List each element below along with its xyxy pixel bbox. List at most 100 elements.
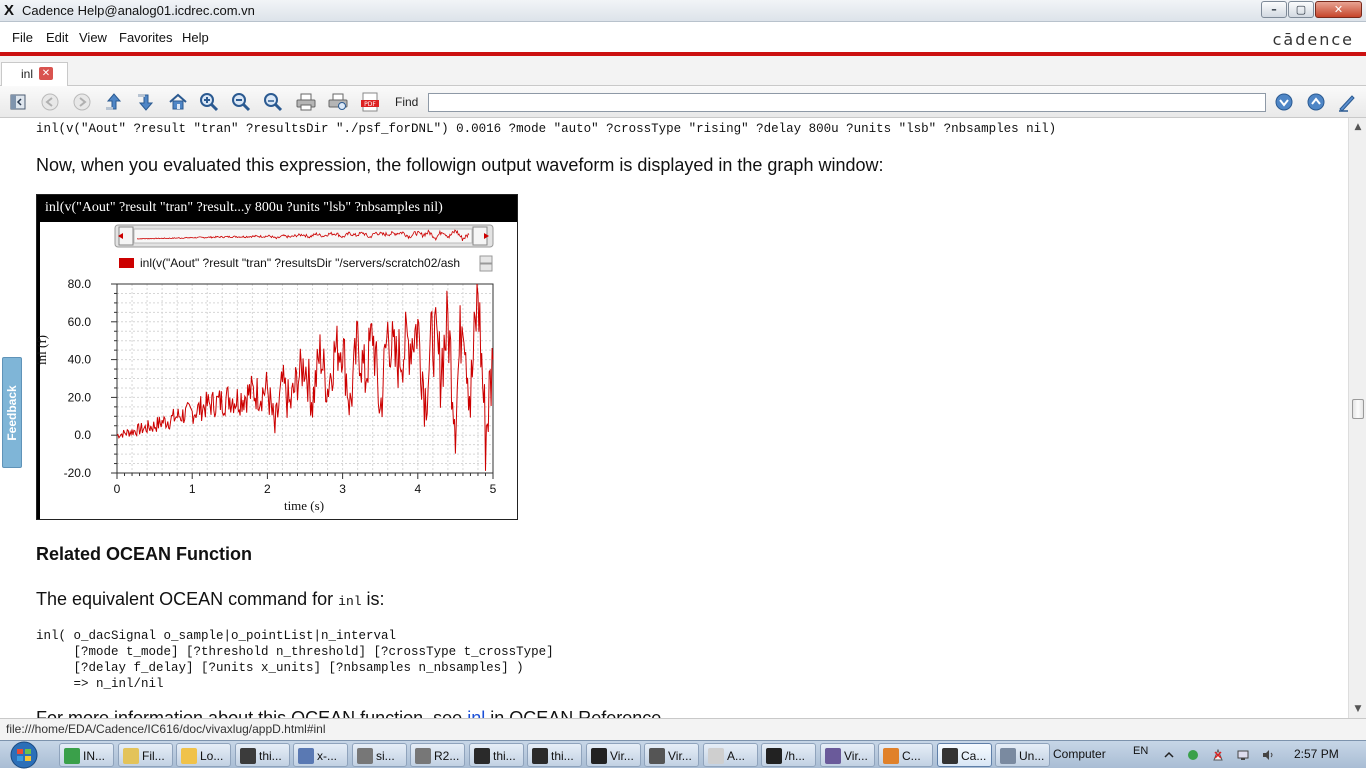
task-label: x-... bbox=[317, 749, 337, 763]
legend-scroll-down[interactable] bbox=[479, 263, 493, 272]
forward-icon[interactable] bbox=[71, 92, 93, 112]
title-bar: X Cadence Help@analog01.icdrec.com.vn – … bbox=[0, 0, 1366, 22]
tray-expand-icon[interactable] bbox=[1163, 749, 1175, 761]
cadence-help-window: X Cadence Help@analog01.icdrec.com.vn – … bbox=[0, 0, 1366, 740]
maximize-button[interactable]: ▢ bbox=[1288, 1, 1314, 18]
taskbar-task-9[interactable]: Vir... bbox=[586, 743, 641, 767]
taskbar-task-3[interactable]: thi... bbox=[235, 743, 290, 767]
x-tick-label: 5 bbox=[490, 482, 497, 496]
taskbar-task-8[interactable]: thi... bbox=[527, 743, 582, 767]
toolbar: PDF Find bbox=[0, 86, 1366, 118]
tray-computer-label[interactable]: Computer bbox=[1053, 747, 1106, 761]
taskbar-task-13[interactable]: Vir... bbox=[820, 743, 875, 767]
chart-legend: inl(v("Aout" ?result "tran" ?resultsDir … bbox=[119, 255, 493, 272]
task-app-icon bbox=[240, 748, 256, 764]
up-icon[interactable] bbox=[103, 92, 125, 112]
menu-help[interactable]: Help bbox=[182, 30, 209, 45]
task-app-icon bbox=[298, 748, 314, 764]
scroll-down-arrow-icon[interactable]: ▼ bbox=[1351, 702, 1365, 716]
legend-label: inl(v("Aout" ?result "tran" ?resultsDir … bbox=[140, 256, 460, 270]
inl-reference-link[interactable]: inl bbox=[467, 708, 485, 718]
task-app-icon bbox=[825, 748, 841, 764]
start-button[interactable] bbox=[4, 741, 44, 769]
x-tick-label: 2 bbox=[264, 482, 271, 496]
sidebar-toggle-icon[interactable] bbox=[7, 92, 29, 112]
scroll-thumb[interactable] bbox=[1352, 399, 1364, 419]
y-tick-label: 40.0 bbox=[68, 353, 92, 367]
taskbar-task-16[interactable]: Un... bbox=[995, 743, 1050, 767]
x-tick-label: 4 bbox=[414, 482, 421, 496]
y-tick-label: 0.0 bbox=[74, 428, 91, 442]
taskbar-task-1[interactable]: Fil... bbox=[118, 743, 173, 767]
highlight-icon[interactable] bbox=[1336, 92, 1358, 112]
chart-zoom-bar[interactable] bbox=[114, 224, 494, 248]
chart-svg: inl(v("Aout" ?result "tran" ?resultsDir … bbox=[37, 224, 497, 513]
status-bar: file:///home/EDA/Cadence/IC616/doc/vivax… bbox=[0, 718, 1366, 740]
minimize-button[interactable]: – bbox=[1261, 1, 1287, 18]
status-url: file:///home/EDA/Cadence/IC616/doc/vivax… bbox=[6, 722, 326, 736]
task-app-icon bbox=[181, 748, 197, 764]
taskbar-task-6[interactable]: R2... bbox=[410, 743, 465, 767]
x-tick-label: 0 bbox=[114, 482, 121, 496]
taskbar-task-7[interactable]: thi... bbox=[469, 743, 524, 767]
taskbar-task-4[interactable]: x-... bbox=[293, 743, 348, 767]
task-label: thi... bbox=[493, 749, 516, 763]
task-app-icon bbox=[532, 748, 548, 764]
taskbar-task-12[interactable]: /h... bbox=[761, 743, 816, 767]
pdf-icon[interactable]: PDF bbox=[359, 92, 381, 112]
menu-file[interactable]: File bbox=[12, 30, 33, 45]
print-icon[interactable] bbox=[295, 92, 317, 112]
find-input[interactable] bbox=[428, 93, 1266, 112]
down-icon[interactable] bbox=[135, 92, 157, 112]
taskbar-task-14[interactable]: C... bbox=[878, 743, 933, 767]
graph-title: inl(v("Aout" ?result "tran" ?result...y … bbox=[37, 195, 517, 222]
back-icon[interactable] bbox=[39, 92, 61, 112]
taskbar-task-0[interactable]: IN... bbox=[59, 743, 114, 767]
find-prev-icon[interactable] bbox=[1305, 92, 1327, 112]
taskbar-task-5[interactable]: si... bbox=[352, 743, 407, 767]
tab-inl[interactable]: inl ✕ bbox=[1, 62, 68, 86]
vertical-scrollbar[interactable]: ▲ ▼ bbox=[1348, 118, 1366, 718]
home-icon[interactable] bbox=[167, 92, 189, 112]
task-app-icon bbox=[883, 748, 899, 764]
zoom-in-icon[interactable] bbox=[198, 92, 220, 112]
zoom-reset-icon[interactable] bbox=[262, 92, 284, 112]
network-tray-icon[interactable] bbox=[1187, 749, 1199, 761]
feedback-tab[interactable]: Feedback bbox=[2, 357, 22, 468]
equiv-prefix: The equivalent OCEAN command for bbox=[36, 589, 339, 609]
task-label: Ca... bbox=[961, 749, 987, 763]
tab-close-icon[interactable]: ✕ bbox=[39, 67, 53, 80]
legend-scroll-up[interactable] bbox=[479, 255, 493, 264]
print-preview-icon[interactable] bbox=[327, 92, 349, 112]
close-button[interactable]: ✕ bbox=[1315, 1, 1362, 18]
find-next-icon[interactable] bbox=[1273, 92, 1295, 112]
task-app-icon bbox=[415, 748, 431, 764]
task-app-icon bbox=[474, 748, 490, 764]
volume-tray-icon[interactable] bbox=[1262, 749, 1274, 761]
scroll-up-arrow-icon[interactable]: ▲ bbox=[1351, 120, 1365, 134]
taskbar-task-10[interactable]: Vir... bbox=[644, 743, 699, 767]
menu-edit[interactable]: Edit bbox=[46, 30, 68, 45]
language-indicator[interactable]: EN bbox=[1133, 745, 1148, 757]
task-label: /h... bbox=[785, 749, 806, 763]
taskbar-task-15[interactable]: Ca... bbox=[937, 743, 992, 767]
taskbar-task-11[interactable]: A... bbox=[703, 743, 758, 767]
task-app-icon bbox=[357, 748, 373, 764]
taskbar-clock[interactable]: 2:57 PM bbox=[1294, 747, 1339, 761]
waveform-graph: inl(v("Aout" ?result "tran" ?result...y … bbox=[36, 194, 518, 520]
zoom-out-icon[interactable] bbox=[230, 92, 252, 112]
x-app-icon: X bbox=[4, 2, 15, 19]
legend-swatch bbox=[119, 258, 134, 268]
menu-favorites[interactable]: Favorites bbox=[119, 30, 172, 45]
task-app-icon bbox=[591, 748, 607, 764]
related-ocean-heading: Related OCEAN Function bbox=[36, 544, 253, 564]
feedback-label: Feedback bbox=[5, 384, 19, 441]
monitor-tray-icon[interactable] bbox=[1237, 749, 1249, 761]
task-label: A... bbox=[727, 749, 746, 763]
equiv-code: inl bbox=[338, 594, 362, 609]
more-info-prefix: For more information about this OCEAN fu… bbox=[36, 708, 468, 718]
taskbar-task-2[interactable]: Lo... bbox=[176, 743, 231, 767]
task-label: R2... bbox=[434, 749, 460, 763]
action-center-icon[interactable] bbox=[1212, 749, 1224, 761]
menu-view[interactable]: View bbox=[79, 30, 107, 45]
